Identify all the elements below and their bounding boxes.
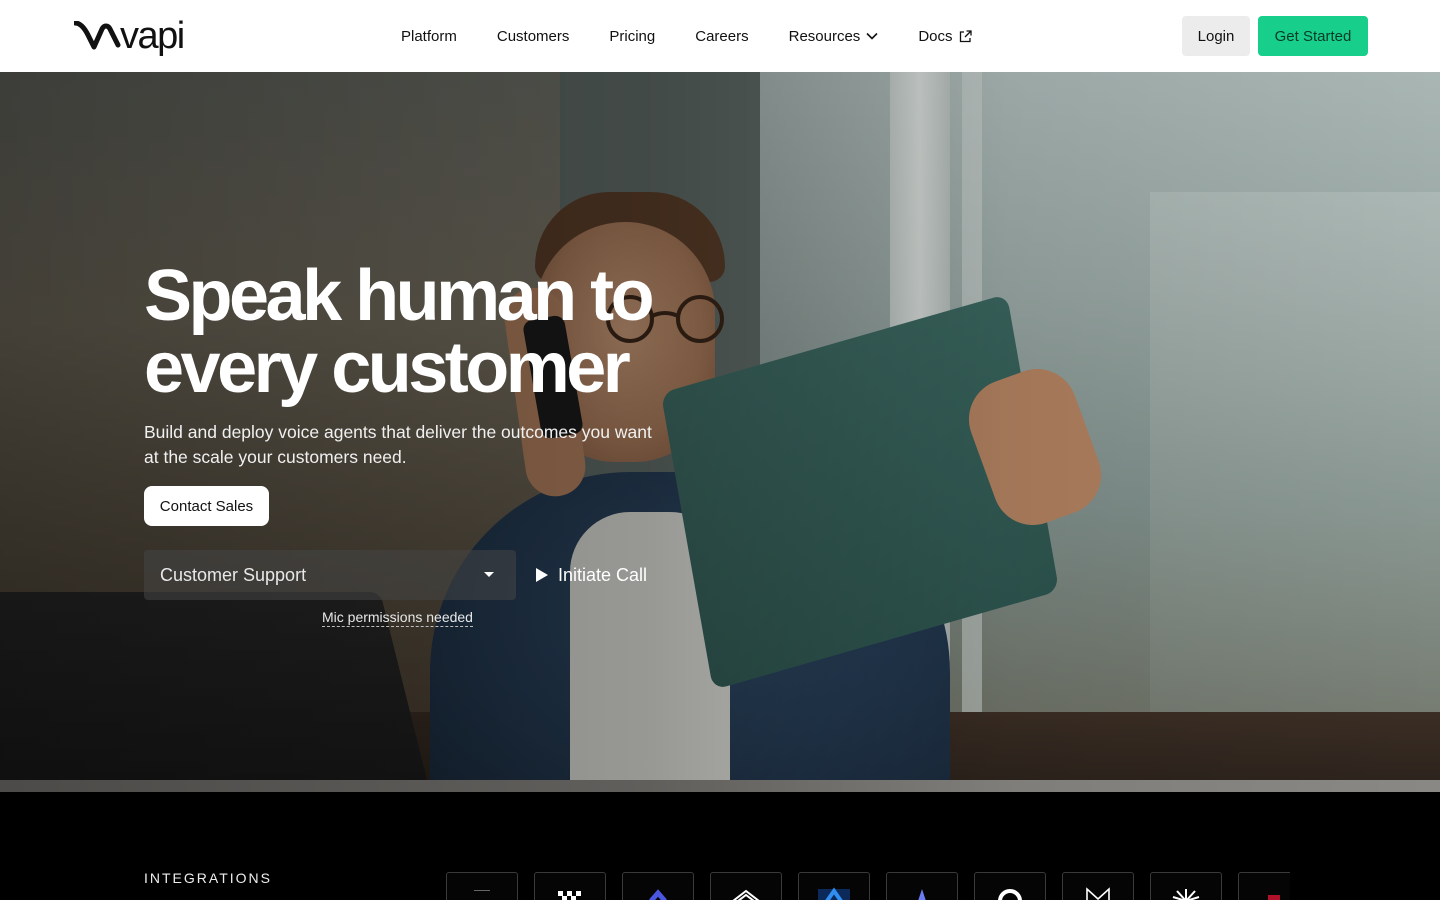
integrations-title: INTEGRATIONS: [144, 870, 272, 886]
integration-logo-4[interactable]: [710, 872, 782, 900]
nav-platform-label: Platform: [401, 27, 457, 45]
initiate-call-label: Initiate Call: [558, 564, 648, 585]
integration-logo-2[interactable]: [534, 872, 606, 900]
logo-text: vapi: [120, 15, 185, 57]
vapi-logo[interactable]: vapi: [74, 15, 185, 57]
hero-section: Speak human to every customer Build and …: [0, 72, 1440, 792]
integration-logo-9[interactable]: [1150, 872, 1222, 900]
vapi-wave-icon: [74, 21, 121, 50]
mic-permissions-link[interactable]: Mic permissions needed: [322, 608, 473, 627]
nav-customers[interactable]: Customers: [497, 28, 570, 45]
integration-logo-10[interactable]: [1238, 872, 1290, 900]
nav-careers[interactable]: Careers: [695, 28, 748, 45]
nav-docs[interactable]: Docs: [918, 27, 972, 45]
caret-down-icon: [484, 572, 494, 577]
integration-logo-8[interactable]: [1062, 872, 1134, 900]
nav-platform[interactable]: Platform: [401, 28, 457, 45]
chevron-down-icon: [866, 32, 878, 40]
contact-sales-button[interactable]: Contact Sales: [144, 486, 269, 526]
hero-title-line-1: Speak human to: [144, 256, 655, 336]
integration-logo-5[interactable]: [798, 872, 870, 900]
nav-pricing-label: Pricing: [609, 27, 656, 45]
nav-docs-label: Docs: [918, 27, 953, 45]
hero-subtitle: Build and deploy voice agents that deliv…: [144, 422, 652, 467]
site-header: vapi Platform Customers Pricing Careers …: [0, 0, 1440, 72]
integration-logo-7[interactable]: [974, 872, 1046, 900]
integration-logo-6[interactable]: [886, 872, 958, 900]
initiate-call-button[interactable]: Initiate Call: [520, 550, 668, 600]
login-button[interactable]: Login: [1182, 16, 1250, 56]
nav-customers-label: Customers: [496, 27, 570, 45]
nav-pricing[interactable]: Pricing: [609, 28, 655, 45]
integration-logo-1[interactable]: [446, 872, 518, 900]
hero-title: Speak human to every customer: [144, 260, 764, 404]
nav-resources[interactable]: Resources: [789, 28, 879, 45]
hero-title-line-2: every customer: [144, 328, 631, 408]
integrations-logo-strip: [446, 872, 1290, 900]
integrations-section: INTEGRATIONS: [0, 792, 1440, 900]
nav-careers-label: Careers: [695, 27, 749, 45]
get-started-button[interactable]: Get Started: [1258, 16, 1368, 56]
integration-logo-3[interactable]: [622, 872, 694, 900]
play-icon: [536, 568, 548, 582]
external-link-icon: [959, 29, 972, 42]
agent-type-select[interactable]: Customer Support: [144, 550, 516, 600]
agent-type-select-value: Customer Support: [160, 564, 307, 585]
main-nav: Platform Customers Pricing Careers Resou…: [401, 24, 1012, 48]
nav-resources-label: Resources: [788, 27, 861, 45]
